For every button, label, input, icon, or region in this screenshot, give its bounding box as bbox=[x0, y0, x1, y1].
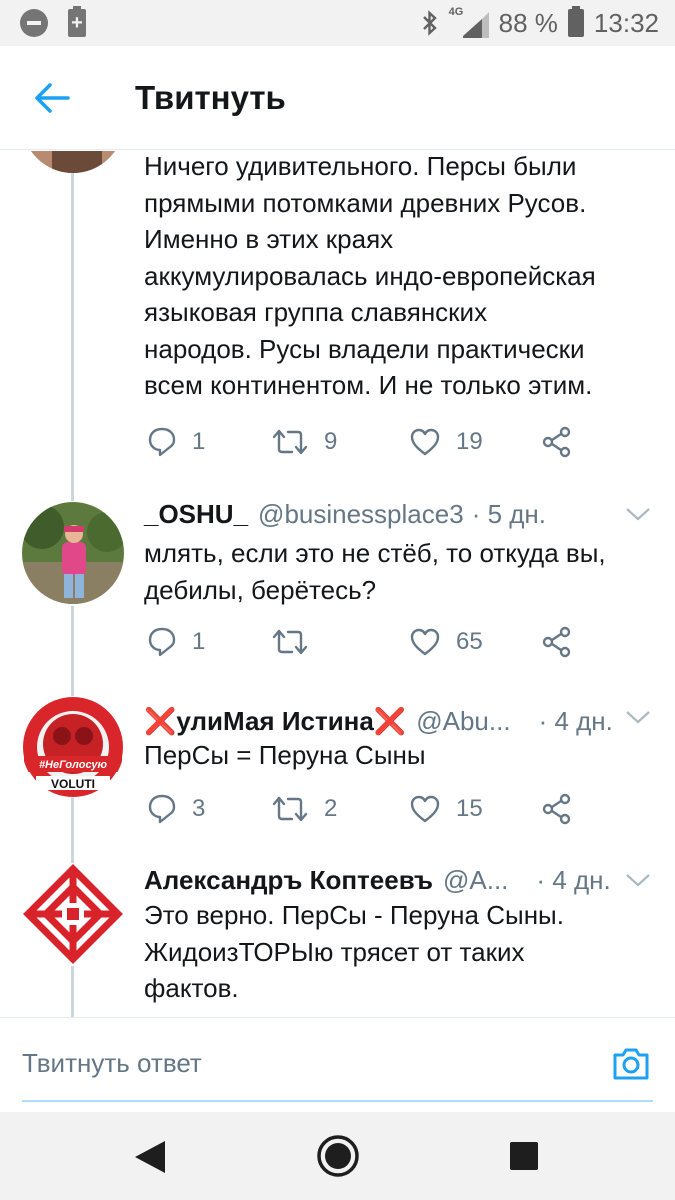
author-name[interactable]: _OSHU_ bbox=[144, 499, 248, 530]
battery-percent: 88 % bbox=[498, 7, 558, 38]
author-handle[interactable]: @businessplace3 bbox=[258, 499, 464, 530]
reply-button[interactable]: 3 bbox=[148, 791, 205, 827]
back-button[interactable] bbox=[30, 76, 74, 120]
retweet-button[interactable] bbox=[272, 624, 324, 660]
chevron-down-icon[interactable] bbox=[625, 872, 651, 888]
share-button[interactable] bbox=[542, 624, 572, 660]
retweet-icon bbox=[272, 429, 308, 455]
system-nav-bar bbox=[0, 1112, 675, 1200]
tweet-text: ПерСы = Перуна Сыны bbox=[144, 740, 426, 770]
share-button[interactable] bbox=[542, 424, 572, 460]
battery-icon bbox=[567, 6, 584, 37]
tweet-text: Это верно. ПерСы - Перуна Сыны. ЖидоизТО… bbox=[144, 900, 564, 1003]
tweet-meta: ❌улиМая Истина❌ @Abu... · 4 дн. bbox=[144, 706, 613, 737]
avatar[interactable] bbox=[22, 151, 124, 173]
reply-button[interactable]: 1 bbox=[148, 424, 205, 460]
author-handle[interactable]: @Abu... bbox=[416, 706, 510, 737]
reply-button[interactable]: 1 bbox=[148, 624, 205, 660]
heart-icon bbox=[410, 628, 440, 656]
like-button[interactable]: 15 bbox=[410, 791, 483, 827]
avatar[interactable]: #НеГолосую VOLUTI bbox=[22, 696, 124, 798]
camera-button[interactable] bbox=[611, 1044, 651, 1084]
share-icon bbox=[542, 626, 571, 658]
tweet-text: Ничего удивительного. Персы были прямыми… bbox=[144, 151, 596, 400]
app-header: Твитнуть bbox=[0, 46, 675, 150]
retweet-icon bbox=[272, 796, 308, 822]
nav-back-icon[interactable] bbox=[133, 1139, 167, 1175]
chevron-down-icon[interactable] bbox=[625, 709, 651, 725]
tweet-actions: 1 9 19 bbox=[144, 424, 584, 460]
minus-circle-icon bbox=[20, 9, 48, 37]
share-button[interactable] bbox=[542, 791, 572, 827]
tweet-actions: 1 65 bbox=[144, 624, 584, 660]
back-arrow-icon bbox=[35, 83, 70, 113]
avatar-banner-text: #НеГолосую bbox=[39, 759, 108, 771]
signal-icon: 4G bbox=[449, 6, 489, 38]
author-name[interactable]: ❌улиМая Истина❌ bbox=[144, 706, 406, 737]
avatar[interactable] bbox=[22, 502, 124, 604]
reply-icon bbox=[148, 627, 176, 657]
tweet-time: · 4 дн. bbox=[536, 865, 611, 895]
thread-line bbox=[71, 796, 74, 871]
thread-line bbox=[71, 171, 74, 501]
share-icon bbox=[542, 793, 571, 825]
tweet-meta: _OSHU_ @businessplace3 · 5 дн. bbox=[144, 499, 546, 530]
page-title: Твитнуть bbox=[135, 79, 286, 116]
chevron-down-icon[interactable] bbox=[625, 506, 651, 522]
reply-bar: Твитнуть ответ bbox=[0, 1017, 675, 1112]
author-name[interactable]: Александръ Коптеевъ bbox=[144, 865, 433, 896]
tweet-text: млять, если это не стёб, то откуда вы, д… bbox=[144, 538, 606, 605]
like-button[interactable]: 65 bbox=[410, 624, 483, 660]
retweet-icon bbox=[272, 629, 308, 655]
retweet-button[interactable]: 9 bbox=[272, 424, 337, 460]
reply-icon bbox=[148, 794, 176, 824]
avatar-bottom-text: VOLUTI bbox=[51, 777, 95, 791]
tweet-thread[interactable]: Ничего удивительного. Персы были прямыми… bbox=[0, 151, 675, 1017]
author-handle[interactable]: @А... bbox=[443, 865, 508, 896]
heart-icon bbox=[410, 428, 440, 456]
heart-icon bbox=[410, 795, 440, 823]
avatar[interactable] bbox=[22, 863, 124, 965]
camera-icon bbox=[613, 1048, 649, 1080]
clock: 13:32 bbox=[593, 7, 659, 38]
reply-input[interactable]: Твитнуть ответ bbox=[22, 1048, 202, 1079]
bluetooth-icon bbox=[422, 10, 437, 36]
reply-input-underline bbox=[22, 1100, 653, 1102]
nav-recents-icon[interactable] bbox=[509, 1141, 539, 1171]
nav-home-icon[interactable] bbox=[316, 1134, 360, 1178]
tweet-meta: Александръ Коптеевъ @А... · 4 дн. bbox=[144, 865, 611, 896]
retweet-button[interactable]: 2 bbox=[272, 791, 337, 827]
thread-line bbox=[71, 966, 74, 1017]
status-bar: + 4G 88 % 13:32 bbox=[0, 0, 675, 46]
tweet-actions: 3 2 15 bbox=[144, 791, 584, 827]
battery-plus-icon: + bbox=[68, 6, 86, 37]
like-button[interactable]: 19 bbox=[410, 424, 483, 460]
share-icon bbox=[542, 426, 571, 458]
reply-icon bbox=[148, 427, 176, 457]
tweet-time: · 4 дн. bbox=[538, 706, 613, 736]
tweet-time: · 5 дн. bbox=[471, 499, 547, 529]
